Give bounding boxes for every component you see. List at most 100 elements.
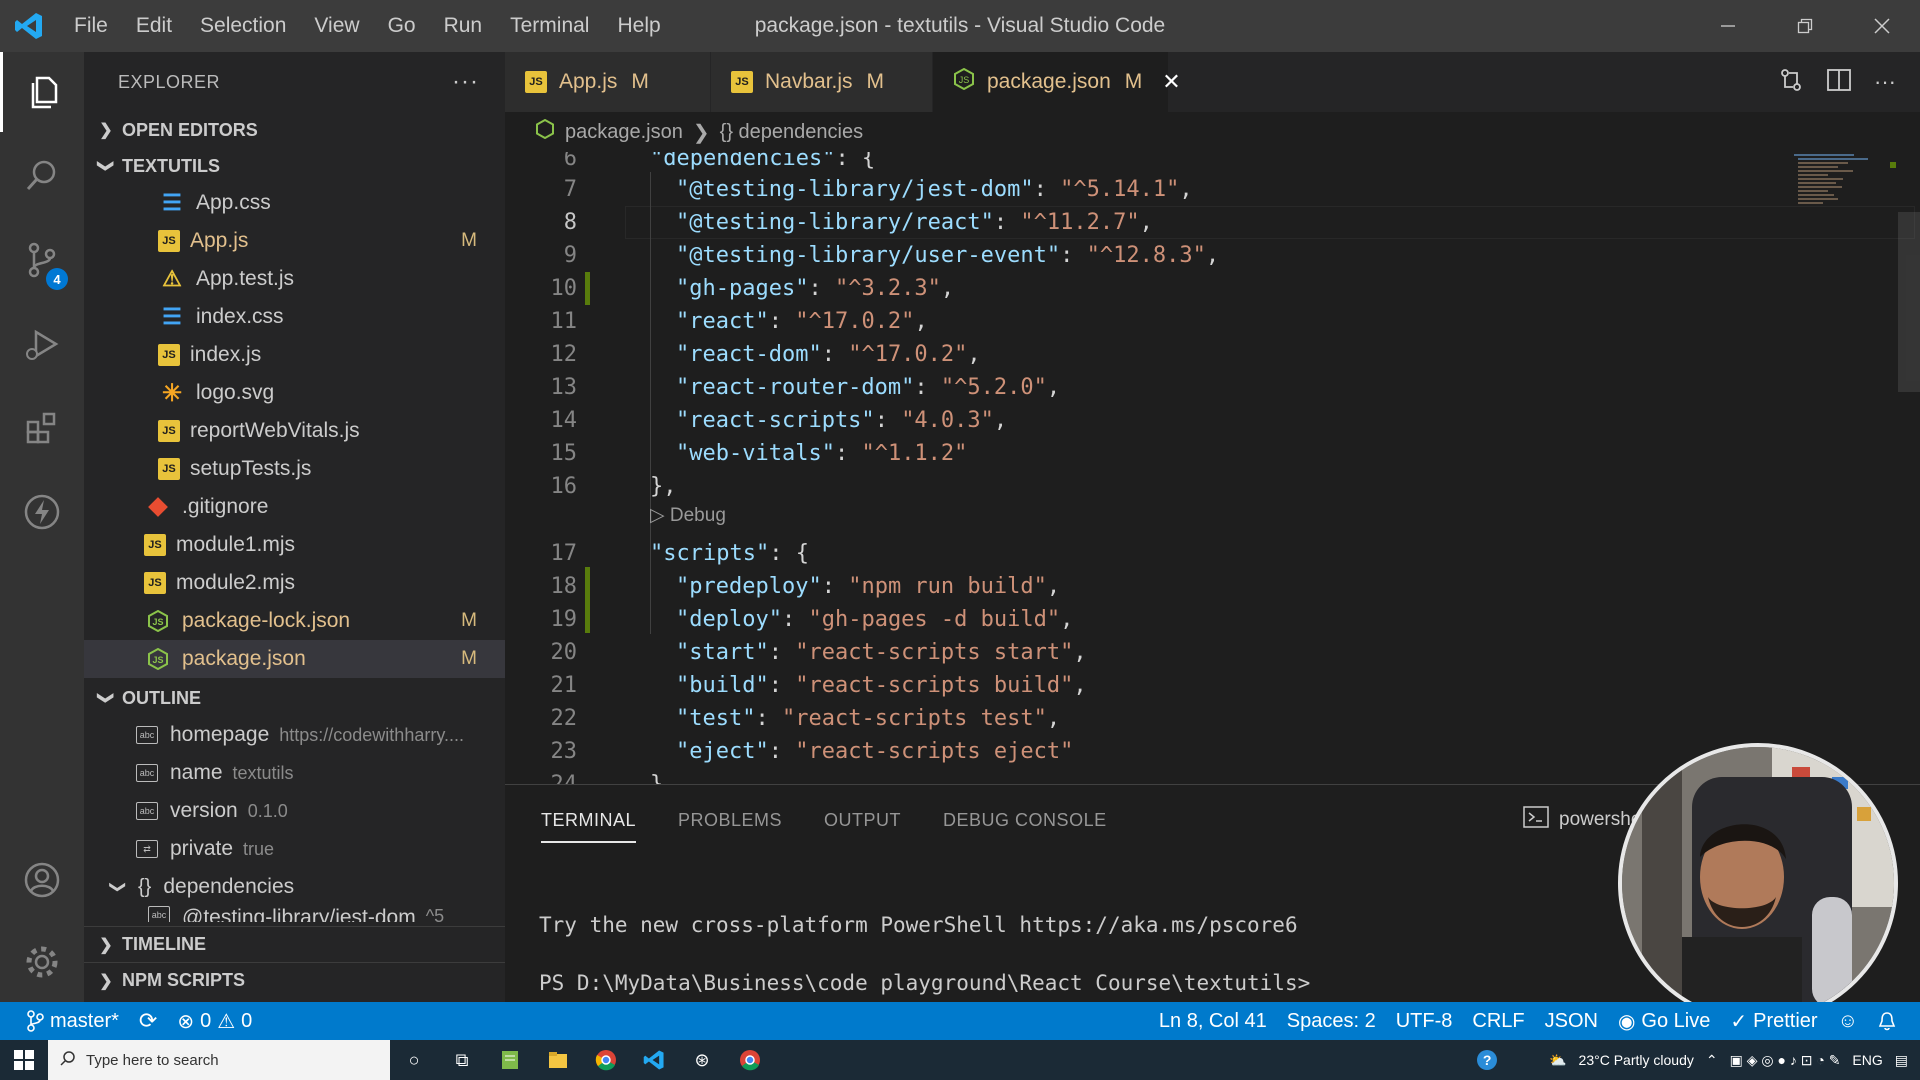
go-live-button[interactable]: ◉ Go Live: [1608, 1002, 1720, 1040]
tab-app-js[interactable]: JS App.js M: [505, 52, 711, 112]
outline-section[interactable]: ❯ OUTLINE: [84, 680, 505, 716]
tray-icons[interactable]: ▣ ◈ ◎ ● ♪ ⊡ ◔ ✎: [1730, 1052, 1841, 1069]
vscode-taskbar-icon[interactable]: [630, 1040, 678, 1080]
menu-run[interactable]: Run: [430, 0, 497, 52]
json-key: "react-router-dom": [676, 375, 915, 400]
chevron-up-icon[interactable]: ⌃: [1706, 1052, 1718, 1069]
file-item-gitignore[interactable]: .gitignore: [84, 488, 505, 526]
menu-edit[interactable]: Edit: [122, 0, 186, 52]
breadcrumb-file[interactable]: package.json: [565, 121, 683, 144]
file-item-module2-mjs[interactable]: JS module2.mjs: [84, 564, 505, 602]
tab-output[interactable]: OUTPUT: [824, 785, 901, 855]
file-item-module1-mjs[interactable]: JS module1.mjs: [84, 526, 505, 564]
notepad-app-icon[interactable]: [486, 1040, 534, 1080]
action-center-icon[interactable]: ▤: [1895, 1052, 1908, 1069]
menu-go[interactable]: Go: [374, 0, 430, 52]
lightning-icon[interactable]: [0, 472, 84, 552]
file-item-logo-svg[interactable]: ✳ logo.svg: [84, 374, 505, 412]
file-item-app-test-js[interactable]: ⚠ App.test.js: [84, 260, 505, 298]
file-explorer-icon[interactable]: [534, 1040, 582, 1080]
timeline-section[interactable]: ❯ TIMELINE: [84, 926, 505, 962]
taskbar-search[interactable]: Type here to search: [48, 1040, 390, 1080]
line-number: 8: [563, 210, 577, 235]
cortana-icon[interactable]: ○: [390, 1040, 438, 1080]
file-item-setuptests-js[interactable]: JS setupTests.js: [84, 450, 505, 488]
outline-item-homepage[interactable]: abc homepage https://codewithharry....: [84, 716, 505, 754]
tab-problems[interactable]: PROBLEMS: [678, 785, 782, 855]
json-value: "4.0.3": [901, 408, 994, 433]
outline-item-version[interactable]: abc version 0.1.0: [84, 792, 505, 830]
help-icon[interactable]: ?: [1477, 1050, 1498, 1070]
file-item-index-css[interactable]: ☰ index.css: [84, 298, 505, 336]
weather-status[interactable]: 23°C Partly cloudy: [1579, 1052, 1694, 1068]
outline-item-name[interactable]: abc name textutils: [84, 754, 505, 792]
source-control-icon[interactable]: 4: [0, 220, 84, 300]
explorer-header: EXPLORER ···: [84, 52, 505, 112]
menu-terminal[interactable]: Terminal: [496, 0, 603, 52]
json-value: "react-scripts build": [795, 673, 1074, 698]
file-item-app-js[interactable]: JS App.js M: [84, 222, 505, 260]
more-actions-icon[interactable]: ···: [1874, 69, 1896, 95]
breadcrumb-symbol[interactable]: {} dependencies: [720, 121, 863, 144]
problems-status[interactable]: ⊗ 0 ⚠ 0: [167, 1002, 262, 1040]
encoding[interactable]: UTF-8: [1386, 1002, 1463, 1040]
split-editor-icon[interactable]: [1826, 67, 1852, 98]
vscode-logo-icon[interactable]: [0, 0, 58, 52]
cursor-position[interactable]: Ln 8, Col 41: [1149, 1002, 1277, 1040]
outline-item-jest-dom[interactable]: abc @testing-library/jest-dom ^5: [84, 906, 505, 922]
file-item-package-json[interactable]: JS package.json M: [84, 640, 505, 678]
chrome-profile-icon[interactable]: [726, 1040, 774, 1080]
npm-scripts-section[interactable]: ❯ NPM SCRIPTS: [84, 962, 505, 998]
outline-item-private[interactable]: ⇄ private true: [84, 830, 505, 868]
terminal-prompt[interactable]: PS D:\MyData\Business\code playground\Re…: [539, 971, 1310, 995]
code-editor[interactable]: 6 "dependencies": { 7 "@testing-library/je…: [505, 152, 1920, 784]
indentation[interactable]: Spaces: 2: [1277, 1002, 1386, 1040]
outline-item-dependencies[interactable]: ❯ {} dependencies: [84, 868, 505, 906]
svg-icon: ✳: [161, 379, 183, 407]
file-item-index-js[interactable]: JS index.js: [84, 336, 505, 374]
search-icon[interactable]: [0, 136, 84, 216]
line-endings[interactable]: CRLF: [1462, 1002, 1534, 1040]
code-line: 13 "react-router-dom": "^5.2.0",: [505, 371, 1905, 404]
tab-navbar-js[interactable]: JS Navbar.js M: [711, 52, 933, 112]
file-item-app-css[interactable]: ☰ App.css: [84, 184, 505, 222]
notifications-bell-icon[interactable]: [1868, 1002, 1920, 1040]
language-mode[interactable]: JSON: [1535, 1002, 1608, 1040]
prettier-status[interactable]: ✓ Prettier: [1720, 1002, 1827, 1040]
close-window-button[interactable]: [1843, 0, 1920, 52]
feedback-icon[interactable]: ☺: [1828, 1002, 1868, 1040]
menu-help[interactable]: Help: [603, 0, 674, 52]
windows-start-icon[interactable]: [0, 1040, 48, 1080]
task-view-icon[interactable]: ⧉: [438, 1040, 486, 1080]
more-actions-icon[interactable]: ···: [452, 68, 479, 96]
open-editors-section[interactable]: ❯ OPEN EDITORS: [84, 112, 505, 148]
tab-package-json[interactable]: JS package.json M ✕: [933, 52, 1181, 112]
file-item-reportwebvitals-js[interactable]: JS reportWebVitals.js: [84, 412, 505, 450]
tab-debug-console[interactable]: DEBUG CONSOLE: [943, 785, 1107, 855]
explorer-icon[interactable]: [0, 52, 84, 132]
compare-changes-icon[interactable]: [1778, 67, 1804, 98]
menu-selection[interactable]: Selection: [186, 0, 300, 52]
editor-scrollbar[interactable]: [1898, 212, 1920, 392]
chrome-icon[interactable]: [582, 1040, 630, 1080]
run-debug-icon[interactable]: [0, 304, 84, 384]
menu-file[interactable]: File: [58, 0, 122, 52]
tab-terminal[interactable]: TERMINAL: [541, 785, 637, 855]
sync-icon[interactable]: ⟳: [129, 1002, 167, 1040]
github-desktop-icon[interactable]: ⊛: [678, 1040, 726, 1080]
close-tab-icon[interactable]: ✕: [1162, 69, 1180, 95]
debug-codelens[interactable]: ▷ Debug: [650, 504, 726, 527]
minimize-button[interactable]: [1689, 0, 1766, 52]
extensions-icon[interactable]: [0, 388, 84, 468]
minimap[interactable]: [1786, 152, 1906, 252]
terminal-shell-selector[interactable]: powershe: [1523, 805, 1641, 835]
project-section[interactable]: ❯ TEXTUTILS: [84, 148, 505, 184]
restore-button[interactable]: [1766, 0, 1843, 52]
account-icon[interactable]: [0, 840, 84, 920]
file-item-package-lock-json[interactable]: JS package-lock.json M: [84, 602, 505, 640]
menu-view[interactable]: View: [300, 0, 373, 52]
keyboard-language[interactable]: ENG: [1852, 1052, 1882, 1068]
git-branch-status[interactable]: master*: [0, 1002, 129, 1040]
json-icon: JS: [953, 67, 975, 96]
settings-gear-icon[interactable]: [0, 922, 84, 1002]
